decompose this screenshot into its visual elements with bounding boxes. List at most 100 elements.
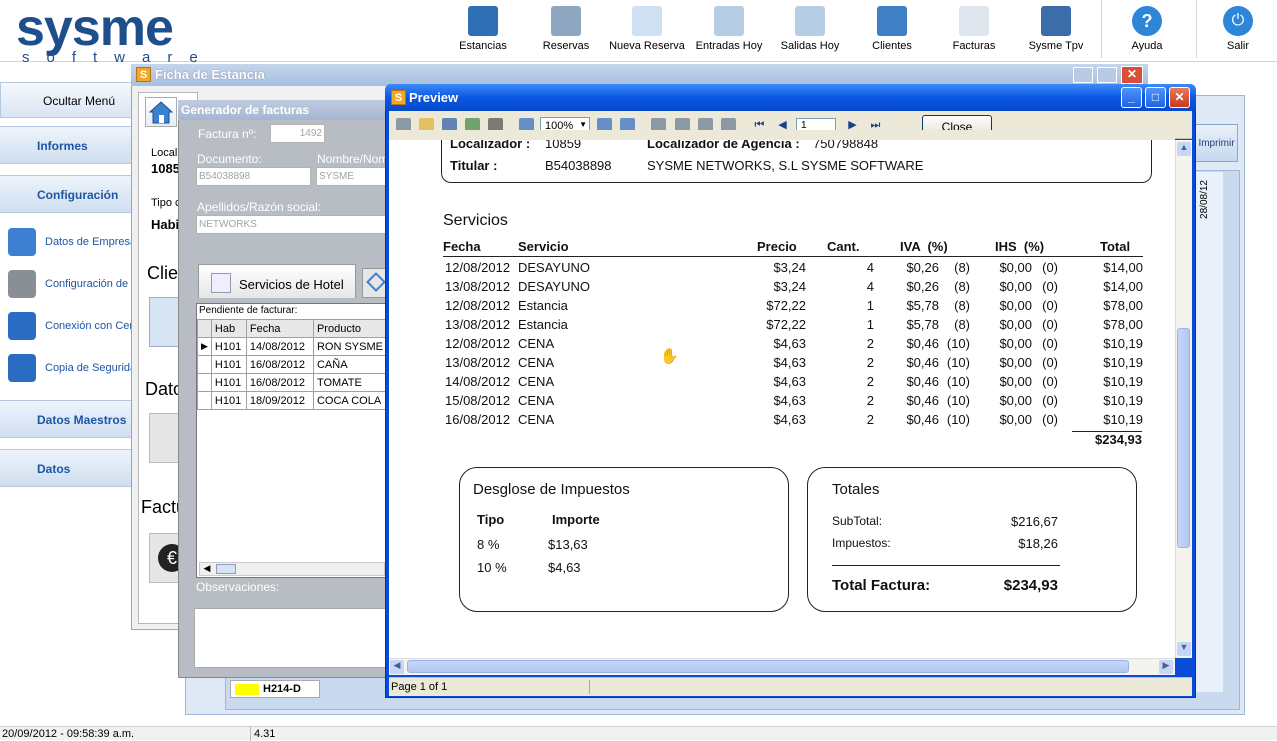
generador-titlebar: Generador de facturas	[178, 100, 388, 120]
menu-item[interactable]: Configuración de	[8, 270, 140, 300]
service-cell: $78,00	[1103, 317, 1143, 332]
tab-label: Servicios de Hotel	[239, 277, 344, 292]
service-cell: $0,46	[906, 393, 939, 408]
column-header[interactable]: Producto	[312, 319, 388, 338]
table-row[interactable]: H101 16/08/2012 CAÑA	[197, 355, 388, 374]
scroll-up-icon[interactable]: ▲	[1177, 142, 1191, 156]
table-row[interactable]: ▶ H101 14/08/2012 RON SYSME	[197, 337, 388, 356]
titular-doc: B54038898	[545, 158, 612, 173]
service-cell: (8)	[954, 260, 970, 275]
menu-item[interactable]: Datos de Empresa	[8, 228, 140, 258]
scroll-right-icon[interactable]: ▶	[1159, 660, 1173, 674]
service-cell: $5,78	[906, 298, 939, 313]
header-total: Total	[1100, 239, 1131, 254]
documento-input[interactable]: B54038898	[196, 167, 311, 186]
toolbar-button-estancias[interactable]: Estancias	[444, 4, 522, 53]
header-cant: Cant.	[827, 239, 860, 254]
menu-section-datos-maestros[interactable]: Datos Maestros	[0, 400, 140, 438]
table-row[interactable]: H101 16/08/2012 TOMATE	[197, 373, 388, 392]
documento-label: Documento:	[197, 152, 262, 166]
scroll-down-icon[interactable]: ▼	[1177, 642, 1191, 656]
maximize-icon[interactable]	[1097, 67, 1117, 83]
status-divider	[250, 727, 251, 741]
menu-section-datos[interactable]: Datos	[0, 449, 140, 487]
service-cell: $14,00	[1103, 260, 1143, 275]
total-factura-label: Total Factura:	[832, 577, 931, 594]
service-cell: $0,00	[999, 336, 1032, 351]
row-indicator	[197, 373, 212, 392]
service-cell: (10)	[946, 393, 970, 408]
nombre-input[interactable]: SYSME	[316, 167, 388, 186]
service-cell: 12/08/2012	[445, 260, 511, 275]
tab-servicios-hotel[interactable]: Servicios de Hotel	[198, 264, 356, 298]
row-indicator-header	[197, 319, 212, 338]
toolbar-button-reservas[interactable]: Reservas	[527, 4, 605, 53]
pending-caption: Pendiente de facturar:	[199, 305, 298, 316]
table-row[interactable]: H101 18/09/2012 COCA COLA	[197, 391, 388, 410]
column-header[interactable]: Fecha	[245, 319, 314, 338]
invoice-icon	[959, 6, 989, 36]
service-cell: 2	[866, 393, 874, 408]
scroll-left-icon[interactable]: ◀	[390, 660, 404, 674]
service-cell: Estancia	[518, 317, 568, 332]
toolbar-button-sysme-tpv[interactable]: Sysme Tpv	[1017, 4, 1095, 53]
cell-hab: H101	[210, 391, 247, 410]
service-cell: (10)	[946, 355, 970, 370]
titular-name: SYSME NETWORKS, S.L SYSME SOFTWARE	[647, 158, 924, 173]
service-cell: (0)	[1042, 393, 1058, 408]
scroll-thumb[interactable]	[216, 564, 236, 574]
vscroll-thumb[interactable]	[1177, 328, 1190, 548]
cell-hab: H101	[210, 355, 247, 374]
header-servicio: Servicio	[518, 239, 569, 254]
close-icon[interactable]: ✕	[1169, 87, 1190, 108]
menu-section-configuracion[interactable]: Configuración	[0, 175, 140, 213]
totales-title: Totales	[832, 481, 880, 498]
grid-hscrollbar[interactable]: ◀	[199, 562, 385, 576]
toolbar-button-facturas[interactable]: Facturas	[935, 4, 1013, 53]
status-datetime: 20/09/2012 - 09:58:39 a.m.	[2, 728, 135, 740]
menu-item[interactable]: Conexión con Cen	[8, 312, 140, 342]
toolbar-button-label: Entradas Hoy	[695, 40, 763, 52]
service-cell: 2	[866, 374, 874, 389]
toolbar-button-label: Sysme Tpv	[1028, 40, 1084, 52]
service-cell: $10,19	[1103, 374, 1143, 389]
toolbar-button-ayuda[interactable]: ? Ayuda	[1108, 4, 1186, 53]
toolbar-button-entradas-hoy[interactable]: Entradas Hoy	[690, 4, 768, 53]
service-cell: $3,24	[773, 279, 806, 294]
service-cell: $10,19	[1103, 336, 1143, 351]
service-cell: $10,19	[1103, 412, 1143, 427]
apellidos-input[interactable]: NETWORKS	[196, 215, 388, 234]
toolbar-button-nueva-reserva[interactable]: Nueva Reserva	[608, 4, 686, 53]
column-header[interactable]: Hab	[210, 319, 247, 338]
service-cell: 4	[866, 260, 874, 275]
desglose-importe: $4,63	[548, 560, 581, 575]
status-divider	[589, 680, 590, 694]
toolbar-button-salidas-hoy[interactable]: Salidas Hoy	[771, 4, 849, 53]
home-tab-icon[interactable]	[145, 97, 177, 127]
service-cell: 13/08/2012	[445, 355, 511, 370]
minimize-icon[interactable]: _	[1121, 87, 1142, 108]
close-icon[interactable]: ✕	[1121, 66, 1143, 84]
hscroll-thumb[interactable]	[407, 660, 1129, 673]
service-cell: (0)	[1042, 374, 1058, 389]
menu-item[interactable]: Copia de Seguridad	[8, 354, 140, 384]
page-status: Page 1 of 1	[391, 681, 448, 693]
service-cell: $4,63	[773, 336, 806, 351]
scroll-left-icon[interactable]: ◀	[200, 563, 214, 575]
toolbar-button-salir[interactable]: ⏻ Salir	[1199, 4, 1277, 53]
habitacion-label: Habi	[151, 217, 180, 232]
maximize-icon[interactable]: □	[1145, 87, 1166, 108]
calendar-date-label: 28/08/12	[1199, 180, 1210, 219]
observaciones-textarea[interactable]	[194, 608, 388, 668]
menu-section-informes[interactable]: Informes	[0, 126, 140, 164]
service-cell: 1	[866, 317, 874, 332]
factura-number-input[interactable]: 1492	[270, 124, 325, 143]
print-button[interactable]: Imprimir	[1195, 124, 1238, 162]
power-icon: ⏻	[1223, 6, 1253, 36]
room-label: H214-D	[230, 680, 320, 698]
hide-menu-button[interactable]: Ocultar Menú	[0, 82, 140, 118]
tools-icon	[8, 270, 36, 298]
toolbar-separator	[1101, 0, 1102, 58]
toolbar-button-clientes[interactable]: Clientes	[853, 4, 931, 53]
minimize-icon[interactable]	[1073, 67, 1093, 83]
